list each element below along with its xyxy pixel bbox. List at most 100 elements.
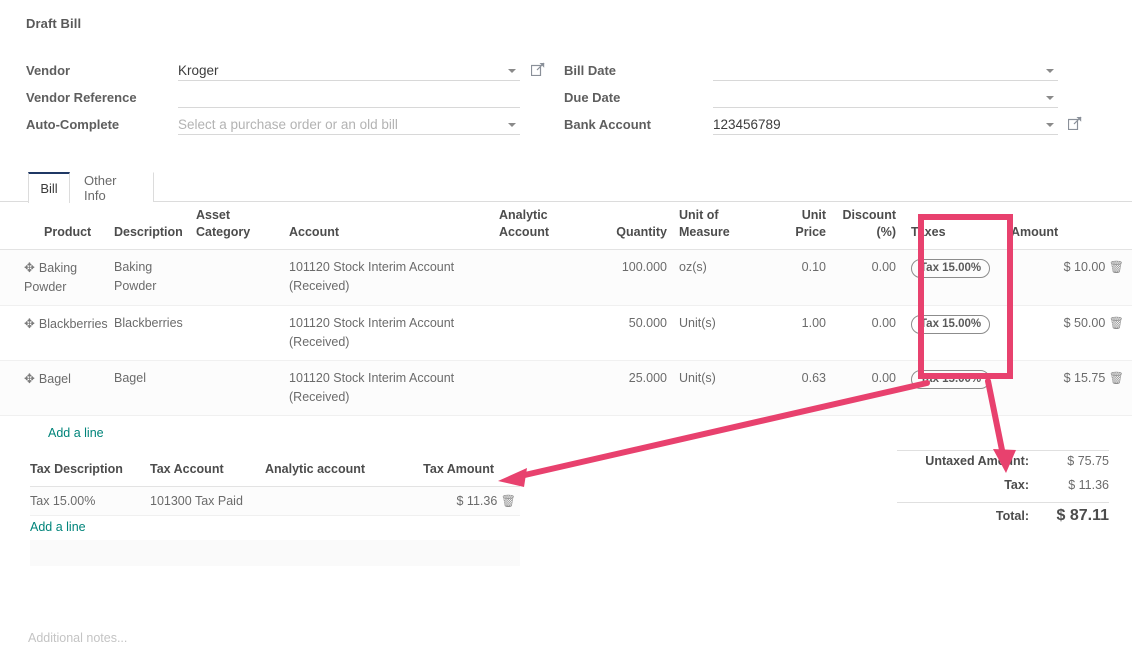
auto-complete-label: Auto-Complete xyxy=(26,117,120,132)
invoice-lines-body: ✥ Baking Powder Baking Powder 101120 Stoc… xyxy=(0,249,1132,416)
col-taxes: Taxes xyxy=(902,203,1002,250)
totals-row-total: Total: $ 87.11 xyxy=(897,502,1109,530)
col-asset-category-l1: Asset xyxy=(196,208,231,222)
cell-discount: 0.00 xyxy=(832,249,902,306)
tax-lines-table: Tax Description Tax Account Analytic acc… xyxy=(30,462,520,566)
chevron-down-icon[interactable] xyxy=(1046,69,1054,73)
tax-value: $ 11.36 xyxy=(1068,478,1109,492)
cell-unit-price: 1.00 xyxy=(770,305,832,361)
bill-date-input[interactable] xyxy=(713,60,1058,81)
cell-asset-category xyxy=(190,360,283,416)
col-uom-l1: Unit of xyxy=(679,208,719,222)
add-line-button-taxes[interactable]: Add a line xyxy=(30,520,86,534)
vendor-reference-label: Vendor Reference xyxy=(26,90,137,105)
col-analytic-account: Analytic Account xyxy=(493,203,603,250)
page-title: Draft Bill xyxy=(26,16,82,31)
cell-product: ✥ Blackberries xyxy=(0,305,108,361)
due-date-input[interactable] xyxy=(713,87,1058,108)
external-link-icon-bank[interactable] xyxy=(1068,116,1082,130)
cell-account: 101120 Stock Interim Account (Received) xyxy=(283,360,493,416)
tab-bill[interactable]: Bill xyxy=(28,172,70,203)
tax-badge[interactable]: Tax 15.00% xyxy=(911,315,991,334)
chevron-down-icon[interactable] xyxy=(1046,123,1054,127)
col-unit-price: Unit Price xyxy=(770,203,832,250)
add-line-button-lines[interactable]: Add a line xyxy=(0,416,110,450)
chevron-down-icon[interactable] xyxy=(508,123,516,127)
tab-bar: Bill Other Info xyxy=(0,172,1132,203)
total-value: $ 87.11 xyxy=(1056,507,1110,524)
chevron-down-icon[interactable] xyxy=(508,69,516,73)
col-unit-price-l1: Unit xyxy=(801,208,826,222)
table-row[interactable]: ✥ Baking Powder Baking Powder 101120 Stoc… xyxy=(0,249,1132,306)
table-row[interactable]: ✥ Bagel Bagel 101120 Stock Interim Accoun… xyxy=(0,360,1132,416)
cell-taxes: Tax 15.00% xyxy=(902,360,1002,416)
cell-unit-price: 0.63 xyxy=(770,360,832,416)
cell-discount: 0.00 xyxy=(832,305,902,361)
cell-taxes: Tax 15.00% xyxy=(902,249,1002,306)
col-unit-price-l2: Price xyxy=(795,225,826,239)
move-handle-icon[interactable]: ✥ xyxy=(24,371,39,386)
move-handle-icon[interactable]: ✥ xyxy=(24,316,39,331)
amount-value: $ 15.75 xyxy=(1063,371,1106,385)
cell-discount: 0.00 xyxy=(832,360,902,416)
col-tax-account: Tax Account xyxy=(150,462,265,487)
cell-tax-analytic-account xyxy=(265,486,403,516)
totals-row-tax: Tax: $ 11.36 xyxy=(897,478,1109,502)
cell-product: ✥ Bagel xyxy=(0,360,108,416)
vendor-reference-input[interactable] xyxy=(178,87,520,108)
cell-tax-description: Tax 15.00% xyxy=(30,486,150,516)
amount-value: $ 10.00 xyxy=(1063,260,1106,274)
auto-complete-placeholder: Select a purchase order or an old bill xyxy=(178,117,398,132)
cell-taxes: Tax 15.00% xyxy=(902,305,1002,361)
vendor-input[interactable]: Kroger xyxy=(178,60,520,81)
bank-account-input[interactable]: 123456789 xyxy=(713,114,1058,135)
col-discount-l2: (%) xyxy=(876,225,896,239)
cell-product: ✥ Baking Powder xyxy=(0,249,108,306)
cell-amount: $ 50.00 🗑 xyxy=(1002,305,1132,361)
col-tax-description: Tax Description xyxy=(30,462,150,487)
cell-tax-account: 101300 Tax Paid xyxy=(150,486,265,516)
col-unit-of-measure: Unit of Measure xyxy=(673,203,770,250)
trash-icon[interactable]: 🗑 xyxy=(1109,316,1124,330)
bank-account-value: 123456789 xyxy=(713,117,781,132)
cell-amount: $ 10.00 🗑 xyxy=(1002,249,1132,306)
tab-other-info[interactable]: Other Info xyxy=(70,172,154,203)
cell-asset-category xyxy=(190,249,283,306)
col-discount: Discount (%) xyxy=(832,203,902,250)
tab-bill-label: Bill xyxy=(40,181,58,196)
cell-analytic-account xyxy=(493,305,603,361)
cell-account: 101120 Stock Interim Account (Received) xyxy=(283,249,493,306)
cell-description: Blackberries xyxy=(108,305,190,361)
cell-tax-amount: $ 11.36 🗑 xyxy=(403,486,520,516)
tax-table-filler-row xyxy=(30,540,520,566)
col-analytic-account-l2: Account xyxy=(499,225,549,239)
bill-form-page: Draft Bill Vendor Kroger Vendor Referenc… xyxy=(0,0,1132,668)
table-row[interactable]: Tax 15.00% 101300 Tax Paid $ 11.36 🗑 xyxy=(30,486,520,516)
trash-icon[interactable]: 🗑 xyxy=(501,494,516,508)
table-row[interactable]: ✥ Blackberries Blackberries 101120 Stock … xyxy=(0,305,1132,361)
vendor-value: Kroger xyxy=(178,63,219,78)
cell-quantity: 100.000 xyxy=(603,249,673,306)
cell-analytic-account xyxy=(493,360,603,416)
additional-notes-placeholder[interactable]: Additional notes... xyxy=(28,631,127,645)
untaxed-amount-label: Untaxed Amount: xyxy=(925,454,1029,468)
trash-icon[interactable]: 🗑 xyxy=(1109,260,1124,274)
chevron-down-icon[interactable] xyxy=(1046,96,1054,100)
trash-icon[interactable]: 🗑 xyxy=(1109,371,1124,385)
col-account: Account xyxy=(283,203,493,250)
auto-complete-input[interactable]: Select a purchase order or an old bill xyxy=(178,114,520,135)
move-handle-icon[interactable]: ✥ xyxy=(24,260,39,275)
cell-account: 101120 Stock Interim Account (Received) xyxy=(283,305,493,361)
external-link-icon-vendor[interactable] xyxy=(531,62,545,76)
col-uom-l2: Measure xyxy=(679,225,730,239)
col-quantity: Quantity xyxy=(603,203,673,250)
cell-quantity: 25.000 xyxy=(603,360,673,416)
tax-badge[interactable]: Tax 15.00% xyxy=(911,259,991,278)
cell-uom: Unit(s) xyxy=(673,305,770,361)
cell-analytic-account xyxy=(493,249,603,306)
totals-row-untaxed: Untaxed Amount: $ 75.75 xyxy=(897,454,1109,478)
tax-amount-value: $ 11.36 xyxy=(456,494,498,508)
tax-badge[interactable]: Tax 15.00% xyxy=(911,370,991,389)
col-amount: Amount xyxy=(1002,203,1132,250)
col-tax-amount: Tax Amount xyxy=(403,462,520,487)
